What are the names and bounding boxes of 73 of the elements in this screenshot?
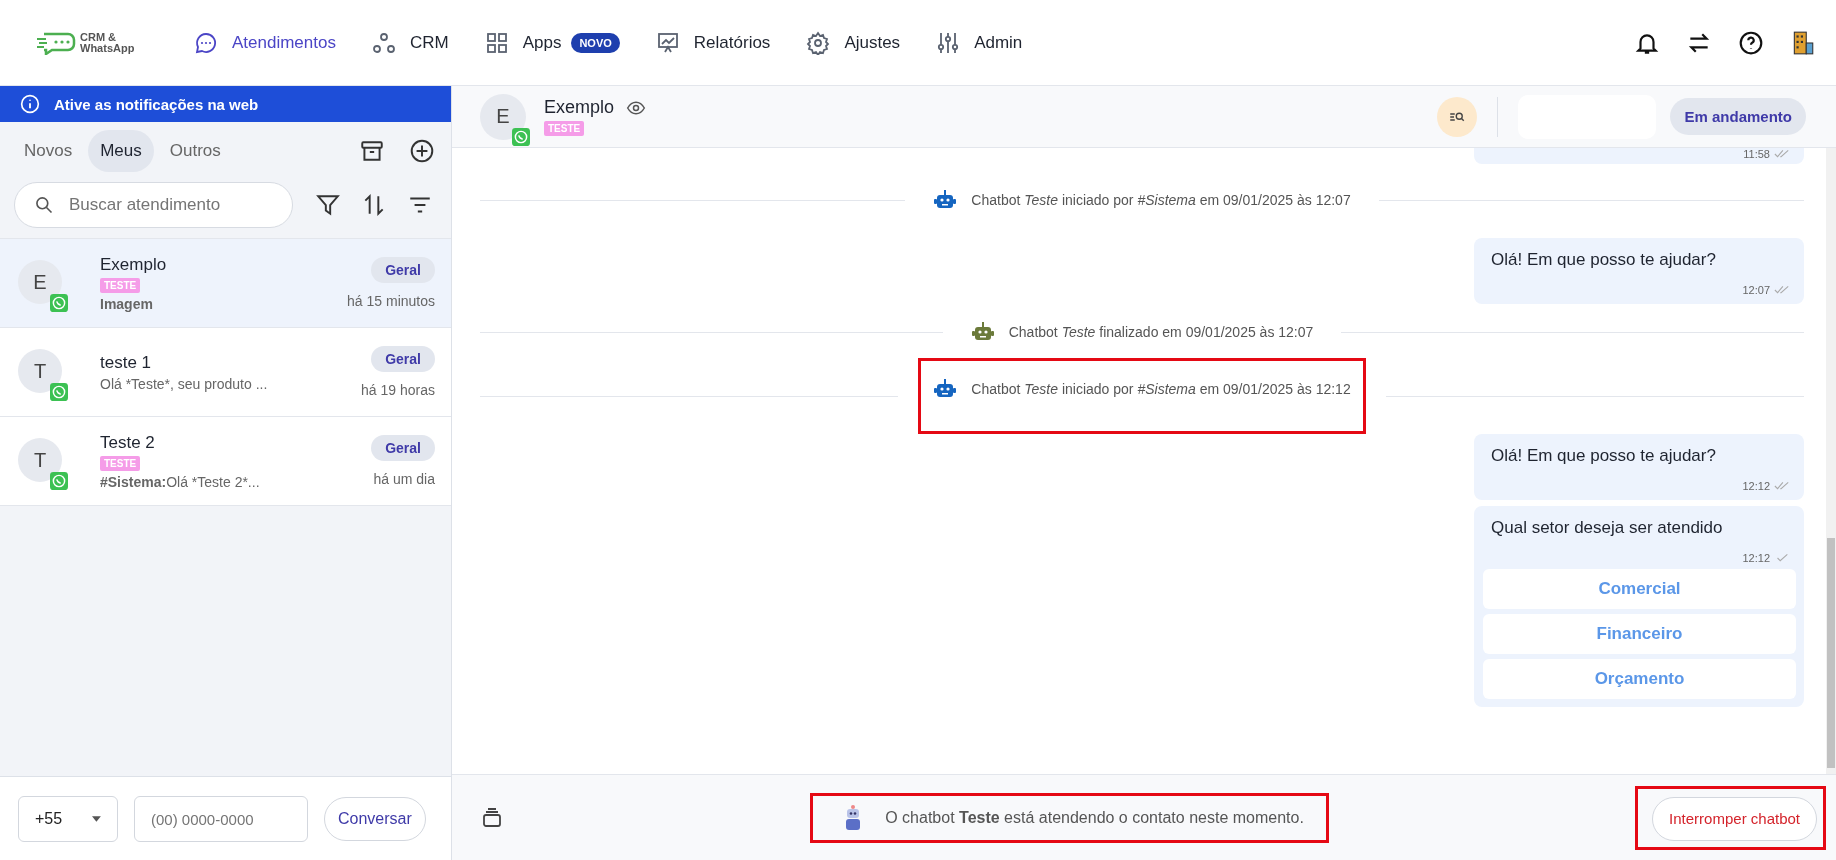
conversation-item[interactable]: E Exemplo TESTE Imagem Geral há 15 minutos — [0, 239, 451, 328]
event-message: Chatbot Teste iniciado por #Sistema em 09/01/2025 às 12:07 — [971, 192, 1351, 208]
avatar: E — [18, 260, 62, 304]
nav-link[interactable]: Atendimentos — [194, 30, 336, 55]
message-preview: #Sistema:Olá *Teste 2*... — [100, 473, 260, 490]
message-text: Qual setor deseja ser atendido — [1491, 518, 1724, 538]
conversation-item[interactable]: T teste 1 Olá *Teste*, seu produto ... Geral há 19 horas — [0, 328, 451, 417]
phone-input[interactable]: (00) 0000-0000 — [134, 796, 308, 842]
scrollbar[interactable] — [1826, 148, 1836, 774]
phone-bubble-icon — [50, 472, 68, 490]
presentation-chart-icon — [655, 30, 680, 55]
search-icon — [34, 195, 54, 215]
help-icon[interactable] — [1738, 29, 1764, 56]
chat-bubble-icon — [194, 30, 218, 55]
chatbot-status-message: O chatbot Teste está atendendo o contato neste momento. — [885, 808, 1304, 827]
contact-name: teste 1 — [100, 352, 152, 373]
queue-badge: Geral — [371, 257, 435, 283]
stack-icon[interactable] — [480, 805, 504, 830]
contact-tag: TESTE — [544, 121, 585, 136]
app-logo[interactable]: CRM & WhatsApp — [36, 30, 194, 55]
queue-badge: Geral — [371, 435, 435, 461]
contact-tag: TESTE — [100, 277, 141, 293]
search-field[interactable]: Buscar atendimento — [14, 182, 293, 228]
time-ago: há 19 horas — [361, 382, 435, 398]
message-text: Olá! Em que posso te ajudar? — [1491, 250, 1717, 270]
phone-bubble-icon — [50, 383, 68, 401]
list-tab[interactable]: Meus — [88, 130, 154, 172]
nav-link[interactable]: Apps NOVO — [484, 30, 620, 55]
start-chat-button[interactable]: Conversar — [324, 797, 426, 841]
country-code-select[interactable]: +55 — [18, 796, 118, 842]
caret-icon — [92, 816, 101, 822]
message-time: 12:12 — [1742, 552, 1770, 564]
message-text: Olá! Em que posso te ajudar? — [1491, 446, 1717, 466]
queue-badge: Geral — [371, 346, 435, 372]
message-preview: Imagem — [100, 295, 153, 312]
avatar: E — [480, 93, 526, 140]
archive-icon[interactable] — [359, 138, 385, 164]
nav-link[interactable]: Relatórios — [655, 30, 771, 55]
new-badge: NOVO — [571, 32, 620, 53]
phone-bubble-icon — [50, 294, 68, 312]
info-icon — [20, 94, 40, 114]
avatar: T — [18, 438, 62, 482]
add-icon[interactable] — [409, 138, 435, 164]
event-message: Chatbot Teste finalizado em 09/01/2025 às 12:07 — [1008, 324, 1314, 340]
filter-icon[interactable] — [315, 192, 341, 218]
list-tab[interactable]: Outros — [157, 130, 233, 172]
message-preview: Olá *Teste*, seu produto ... — [100, 375, 268, 392]
message-time: 12:12 — [1742, 480, 1770, 492]
grid-icon — [484, 30, 509, 55]
contact-tag: TESTE — [100, 455, 141, 471]
nav-link[interactable]: Ajustes — [806, 30, 901, 55]
settings-icon — [806, 30, 831, 55]
search-messages-button[interactable] — [1437, 96, 1478, 137]
sliders-icon — [936, 30, 961, 55]
avatar: T — [18, 349, 62, 393]
conversation-item[interactable]: T Teste 2 TESTE #Sistema:Olá *Teste 2*... Geral há um dia — [0, 417, 451, 506]
scrollbar-thumb[interactable] — [1827, 538, 1835, 768]
list-tab[interactable]: Novos — [12, 130, 85, 172]
time-ago: há um dia — [373, 471, 435, 487]
time-ago: há 15 minutos — [347, 293, 435, 309]
contact-name: Exemplo — [544, 97, 615, 118]
contact-name: Teste 2 — [100, 432, 155, 453]
message-time: 11:58 — [1743, 148, 1770, 160]
nav-link[interactable]: CRM — [371, 30, 449, 55]
chat-dots-icon — [36, 30, 76, 55]
nodes-icon — [371, 30, 396, 55]
nav-link[interactable]: Admin — [936, 30, 1023, 55]
stop-chatbot-button[interactable]: Interromper chatbot — [1652, 796, 1817, 841]
status-button[interactable]: Em andamento — [1670, 98, 1806, 135]
notification-banner[interactable]: Ative as notificações na web — [0, 86, 451, 122]
message-time: 12:07 — [1742, 284, 1770, 296]
event-message: Chatbot Teste iniciado por #Sistema em 09/01/2025 às 12:12 — [971, 381, 1351, 397]
contact-name: Exemplo — [100, 254, 167, 275]
